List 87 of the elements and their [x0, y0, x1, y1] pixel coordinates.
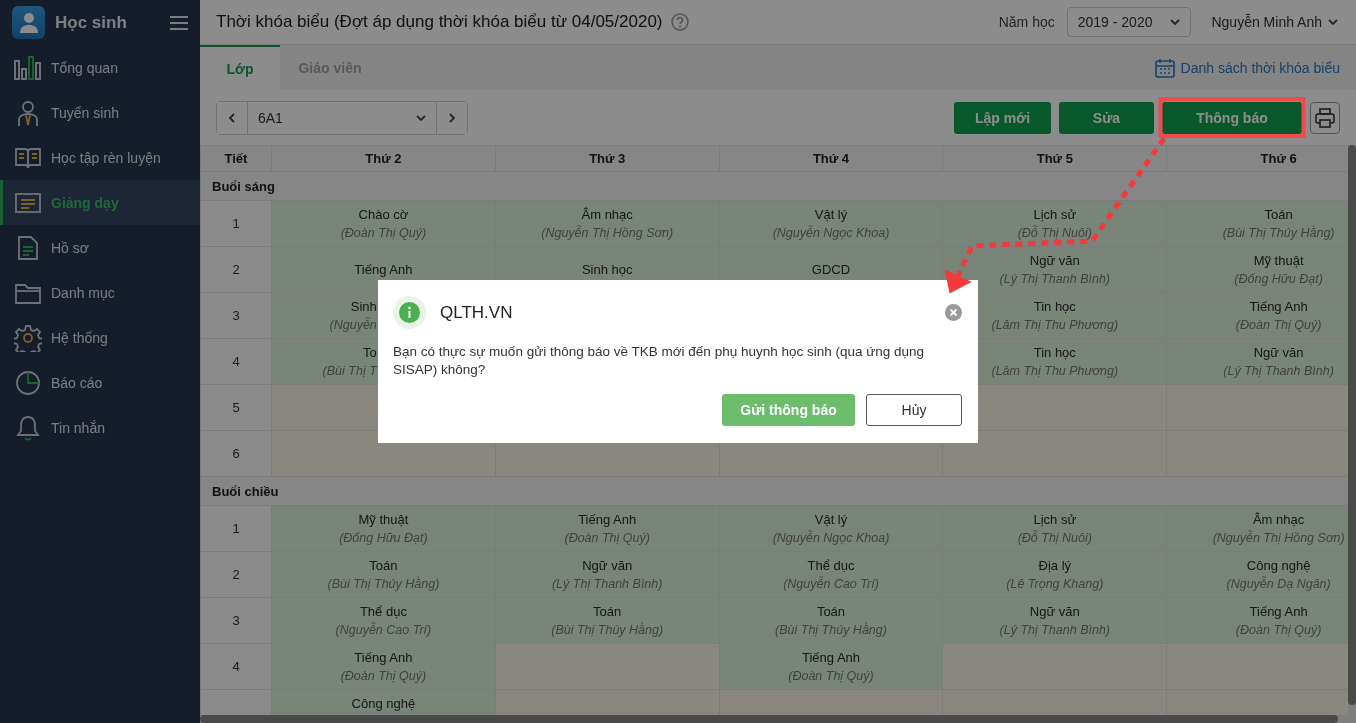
period-number: 5	[200, 384, 272, 431]
period-number: 2	[200, 246, 272, 293]
period-number: 4	[200, 338, 272, 385]
subject-name: Tiếng Anh	[578, 510, 637, 529]
period-number: 3	[200, 292, 272, 339]
teacher-name: (Đoàn Thị Quý)	[1235, 316, 1322, 334]
subject-name: Tiếng Anh	[1249, 602, 1308, 621]
teacher-name: (Đoàn Thị Quý)	[1235, 621, 1322, 639]
subject-name: Ngữ văn	[1029, 251, 1080, 270]
subject-name: Vật lý	[814, 510, 848, 529]
teacher-name: (Bùi Thị Thúy Hằng)	[327, 575, 440, 593]
teacher-name: (Bùi Thị T	[322, 362, 377, 380]
subject-name: Công nghệ	[1246, 556, 1311, 575]
dialog-message: Bạn có thực sự muốn gửi thông báo về TKB mới đến phụ huynh học sinh (qua ứng dụng SISAP) không?	[393, 343, 926, 379]
teacher-name: (Nguyễn Ngọc Khoa)	[772, 529, 890, 547]
column-header: Thứ 2	[271, 145, 496, 172]
section-header: Buổi sáng	[200, 171, 1348, 201]
period-number: 6	[200, 430, 272, 477]
subject-name: Ngữ văn	[582, 556, 633, 575]
teacher-name: (Đỗ Thị Nuôi)	[1017, 529, 1092, 547]
subject-name: Lịch sử	[1033, 205, 1077, 224]
column-header: Tiết	[200, 145, 272, 172]
subject-name: Vật lý	[814, 205, 848, 224]
teacher-name: (Lâm Thị Thu Phương)	[991, 316, 1119, 334]
teacher-name: (Nguyễn Thị Hồng Sơn)	[1212, 529, 1345, 547]
subject-name: Toán	[816, 602, 846, 621]
period-number: 3	[200, 597, 272, 644]
teacher-name: (Đoàn Thị Quý)	[340, 667, 427, 685]
teacher-name: (Lý Thị Thanh Bình)	[1223, 362, 1334, 380]
column-header: Thứ 3	[495, 145, 720, 172]
subject-name: Thể dục	[359, 602, 407, 621]
teacher-name: (Nguyễn Cao Trí)	[783, 575, 879, 593]
section-header: Buổi chiều	[200, 476, 1348, 506]
subject-name: Tiếng Anh	[801, 648, 860, 667]
subject-name: Tiếng Anh	[354, 260, 413, 279]
teacher-name: (Lý Thị Thanh Bình)	[999, 270, 1110, 288]
subject-name: Thể dục	[807, 556, 855, 575]
subject-name: Sinh học	[581, 260, 633, 279]
subject-name: GDCD	[811, 260, 851, 279]
teacher-name: (Lý Thị Thanh Bình)	[999, 621, 1110, 639]
teacher-name: (Bùi Thị Thúy Hằng)	[775, 621, 887, 639]
subject-name: Âm nhạc	[581, 205, 633, 224]
period-number: 2	[200, 551, 272, 598]
teacher-name: (Đoàn Thị Quý)	[340, 224, 427, 242]
column-header: Thứ 4	[719, 145, 943, 172]
dialog-title: QLTH.VN	[440, 302, 514, 323]
subject-name: Tin học	[1033, 297, 1076, 316]
subject-name: Mỹ thuật	[1253, 251, 1304, 270]
subject-name: Công nghệ	[351, 695, 416, 713]
teacher-name: (Lý Thị Thanh Bình)	[551, 575, 663, 593]
subject-name: Lịch sử	[1033, 510, 1077, 529]
teacher-name: (Đoàn Thị Quý)	[564, 529, 650, 547]
teacher-name: (Nguyễn Cao Trí)	[335, 621, 432, 639]
teacher-name: (Đoàn Thị Quý)	[788, 667, 874, 685]
teacher-name: (Lâm Thị Thu Phương)	[991, 362, 1119, 380]
app-title: Học sinh	[55, 12, 128, 33]
column-header: Thứ 6	[1166, 145, 1348, 172]
period-number: 1	[200, 505, 272, 552]
teacher-name: (Đống Hữu Đạt)	[1234, 270, 1323, 288]
page-title: Thời khóa biểu (Đợt áp dụng thời khóa biểu từ 04/05/2020)	[216, 12, 663, 32]
teacher-name: (Bùi Thị Thúy Hằng)	[551, 621, 664, 639]
subject-name: Ngữ văn	[1253, 343, 1304, 362]
subject-name: Địa lý	[1038, 556, 1072, 575]
subject-name: Âm nhạc	[1252, 510, 1305, 529]
teacher-name: (Bùi Thị Thúy Hằng)	[1222, 224, 1335, 242]
teacher-name: (Lê Trọng Khang)	[1006, 575, 1104, 593]
period-number: 4	[200, 643, 272, 690]
teacher-name: (Nguyễn	[329, 316, 377, 334]
subject-name: Toán	[593, 602, 622, 621]
teacher-name: (Nguyễn Ngọc Khoa)	[772, 224, 890, 242]
subject-name: Ngữ văn	[1029, 602, 1080, 621]
school-year-label: Năm học	[998, 14, 1055, 30]
teacher-name: (Đỗ Thị Nuôi)	[1017, 224, 1092, 242]
subject-name: Tiếng Anh	[354, 648, 413, 667]
teacher-name: (Nguyễn Thị Hồng Sơn)	[541, 224, 674, 242]
teacher-name: (Đống Hữu Đạt)	[339, 529, 428, 547]
subject-name: Tin học	[1033, 343, 1076, 362]
teacher-name: (Nguyễn Dạ Ngân)	[1226, 575, 1331, 593]
subject-name: Toán	[1264, 205, 1293, 224]
subject-name: Tiếng Anh	[1249, 297, 1308, 316]
subject-name: To	[363, 343, 377, 362]
column-header: Thứ 5	[942, 145, 1167, 172]
subject-name: Chào cờ	[358, 205, 409, 224]
subject-name: Sinh	[350, 297, 377, 316]
subject-name: Toán	[369, 556, 398, 575]
subject-name: Mỹ thuật	[358, 510, 409, 529]
period-number: 1	[200, 200, 272, 247]
